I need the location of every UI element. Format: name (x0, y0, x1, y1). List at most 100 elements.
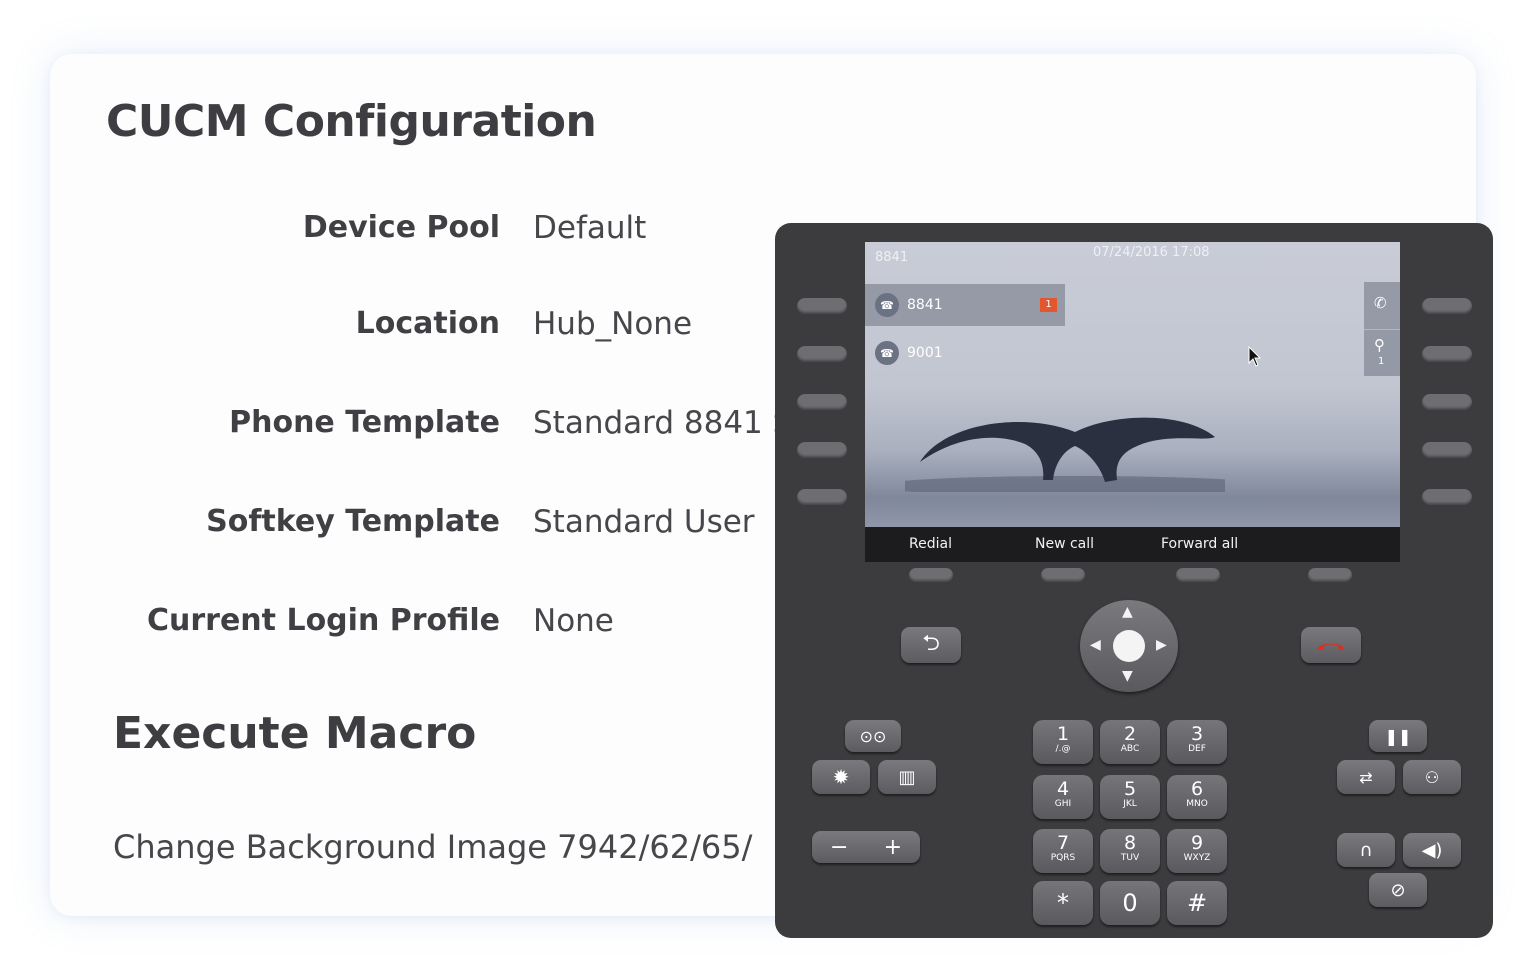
navigation-cluster[interactable]: ▲ ▼ ◀ ▶ (1080, 600, 1178, 692)
line-key-left-5[interactable] (797, 489, 847, 505)
key-digit: 7 (1056, 832, 1070, 854)
softkey-bar: Redial New call Forward all (865, 527, 1400, 562)
keypad-6[interactable]: 6 MNO (1167, 775, 1227, 819)
keypad-hash[interactable]: # (1167, 881, 1227, 925)
directory-book-icon: ▥ (898, 766, 916, 788)
conference-icon: ⚇ (1424, 767, 1440, 787)
key-letters: JKL (1123, 799, 1137, 809)
speaker-button[interactable]: ◀) (1403, 833, 1461, 867)
keypad-8[interactable]: 8 TUV (1100, 829, 1160, 873)
key-letters: TUV (1120, 853, 1140, 863)
nav-left-icon[interactable]: ◀ (1090, 637, 1101, 653)
key-letters: PQRS (1050, 853, 1076, 863)
keypad-0[interactable]: 0 (1100, 881, 1160, 925)
line-key-left-3[interactable] (797, 394, 847, 410)
phone-icon[interactable]: ✆ (1374, 294, 1387, 312)
keypad-5[interactable]: 5 JKL (1100, 775, 1160, 819)
session-key-right-2[interactable] (1422, 346, 1472, 362)
key-digit: * (1057, 889, 1069, 917)
settings-button[interactable]: ✹ (812, 760, 870, 794)
hold-button[interactable]: ❚❚ (1369, 720, 1427, 752)
voicemail-button[interactable]: ⊙⊙ (845, 720, 901, 752)
location-label: Location (355, 306, 500, 341)
keypad-star[interactable]: * (1033, 881, 1093, 925)
login-profile-label: Current Login Profile (147, 603, 500, 638)
screen-datetime: 07/24/2016 17:08 (1093, 245, 1210, 260)
keypad-2[interactable]: 2 ABC (1100, 720, 1160, 764)
line-item-1[interactable]: ☎ 8841 1 (865, 284, 1065, 326)
softkey-redial[interactable]: Redial (909, 536, 952, 552)
keypad-4[interactable]: 4 GHI (1033, 775, 1093, 819)
keypad-3[interactable]: 3 DEF (1167, 720, 1227, 764)
screen-header-line: 8841 (875, 250, 909, 265)
directory-button[interactable]: ▥ (878, 760, 936, 794)
key-letters: MNO (1186, 799, 1208, 809)
config-row-login-profile: Current Login Profile None (50, 603, 810, 653)
line-key-left-1[interactable] (797, 298, 847, 314)
nav-select-button[interactable] (1113, 630, 1145, 662)
session-key-right-3[interactable] (1422, 394, 1472, 410)
key-digit: 4 (1056, 778, 1070, 800)
phone-template-value: Standard 8841 S (533, 405, 793, 441)
login-profile-value: None (533, 603, 614, 639)
user-icon[interactable]: ⚲ (1374, 336, 1385, 354)
softkey-template-label: Softkey Template (206, 504, 500, 539)
location-value: Hub_None (533, 306, 693, 342)
config-row-softkey-template: Softkey Template Standard User (50, 504, 810, 554)
key-letters: GHI (1054, 799, 1072, 809)
keypad-1[interactable]: 1/.@ (1033, 720, 1093, 764)
line-key-left-2[interactable] (797, 346, 847, 362)
handset-icon: ☎ (875, 293, 899, 317)
session-key-right-4[interactable] (1422, 442, 1472, 458)
mute-button[interactable]: ⊘ (1369, 873, 1427, 907)
mute-mic-icon: ⊘ (1390, 879, 1406, 901)
softkey-forward-all[interactable]: Forward all (1161, 536, 1238, 552)
key-digit: 6 (1190, 778, 1204, 800)
key-letters: DEF (1188, 744, 1206, 754)
session-key-right-1[interactable] (1422, 298, 1472, 314)
end-call-button[interactable] (1301, 627, 1361, 663)
phone-screen: 8841 07/24/2016 17:08 ☎ 8841 1 ☎ 9001 ✆ … (865, 242, 1400, 562)
softkey-button-4[interactable] (1308, 568, 1352, 582)
transfer-button[interactable]: ⇄ (1337, 760, 1395, 794)
keypad-7[interactable]: 7 PQRS (1033, 829, 1093, 873)
nav-right-icon[interactable]: ▶ (1156, 637, 1167, 653)
volume-down-icon[interactable]: − (830, 835, 848, 860)
tab-count: 1 (1378, 356, 1385, 367)
nav-down-icon[interactable]: ▼ (1122, 668, 1133, 684)
line-number: 8841 (907, 297, 943, 313)
key-digit: 2 (1123, 723, 1137, 745)
volume-up-icon[interactable]: + (884, 835, 902, 860)
execute-macro-title: Execute Macro (113, 708, 477, 759)
softkey-button-1[interactable] (909, 568, 953, 582)
conference-button[interactable]: ⚇ (1403, 760, 1461, 794)
key-letters: /.@ (1055, 744, 1071, 754)
headset-button[interactable]: ∩ (1337, 833, 1395, 867)
softkey-button-2[interactable] (1041, 568, 1085, 582)
config-row-phone-template: Phone Template Standard 8841 S (50, 405, 810, 455)
keypad-9[interactable]: 9 WXYZ (1167, 829, 1227, 873)
macro-item[interactable]: Change Background Image 7942/62/65/ (113, 828, 752, 866)
nav-up-icon[interactable]: ▲ (1122, 604, 1133, 620)
headset-icon: ∩ (1359, 839, 1373, 861)
key-digit: 5 (1123, 778, 1137, 800)
back-button[interactable]: ⮌ (901, 627, 961, 663)
line-key-left-4[interactable] (797, 442, 847, 458)
device-pool-label: Device Pool (302, 210, 500, 245)
phone-simulator: 8841 07/24/2016 17:08 ☎ 8841 1 ☎ 9001 ✆ … (775, 223, 1493, 938)
mouse-cursor-icon (1248, 346, 1262, 367)
softkey-new-call[interactable]: New call (1035, 536, 1094, 552)
softkey-button-3[interactable] (1176, 568, 1220, 582)
card-title: CUCM Configuration (106, 96, 597, 147)
key-digit: 1 (1056, 723, 1070, 745)
phone-template-label: Phone Template (229, 405, 500, 440)
key-letters: ABC (1120, 744, 1140, 754)
whale-tail-wallpaper (905, 417, 1225, 492)
key-letters: WXYZ (1183, 853, 1211, 863)
session-key-right-5[interactable] (1422, 489, 1472, 505)
line-item-2[interactable]: ☎ 9001 (865, 332, 1065, 374)
key-digit: 3 (1190, 723, 1204, 745)
volume-rocker[interactable]: − + (812, 831, 920, 863)
key-digit: 9 (1190, 832, 1204, 854)
back-arrow-icon: ⮌ (922, 631, 940, 656)
